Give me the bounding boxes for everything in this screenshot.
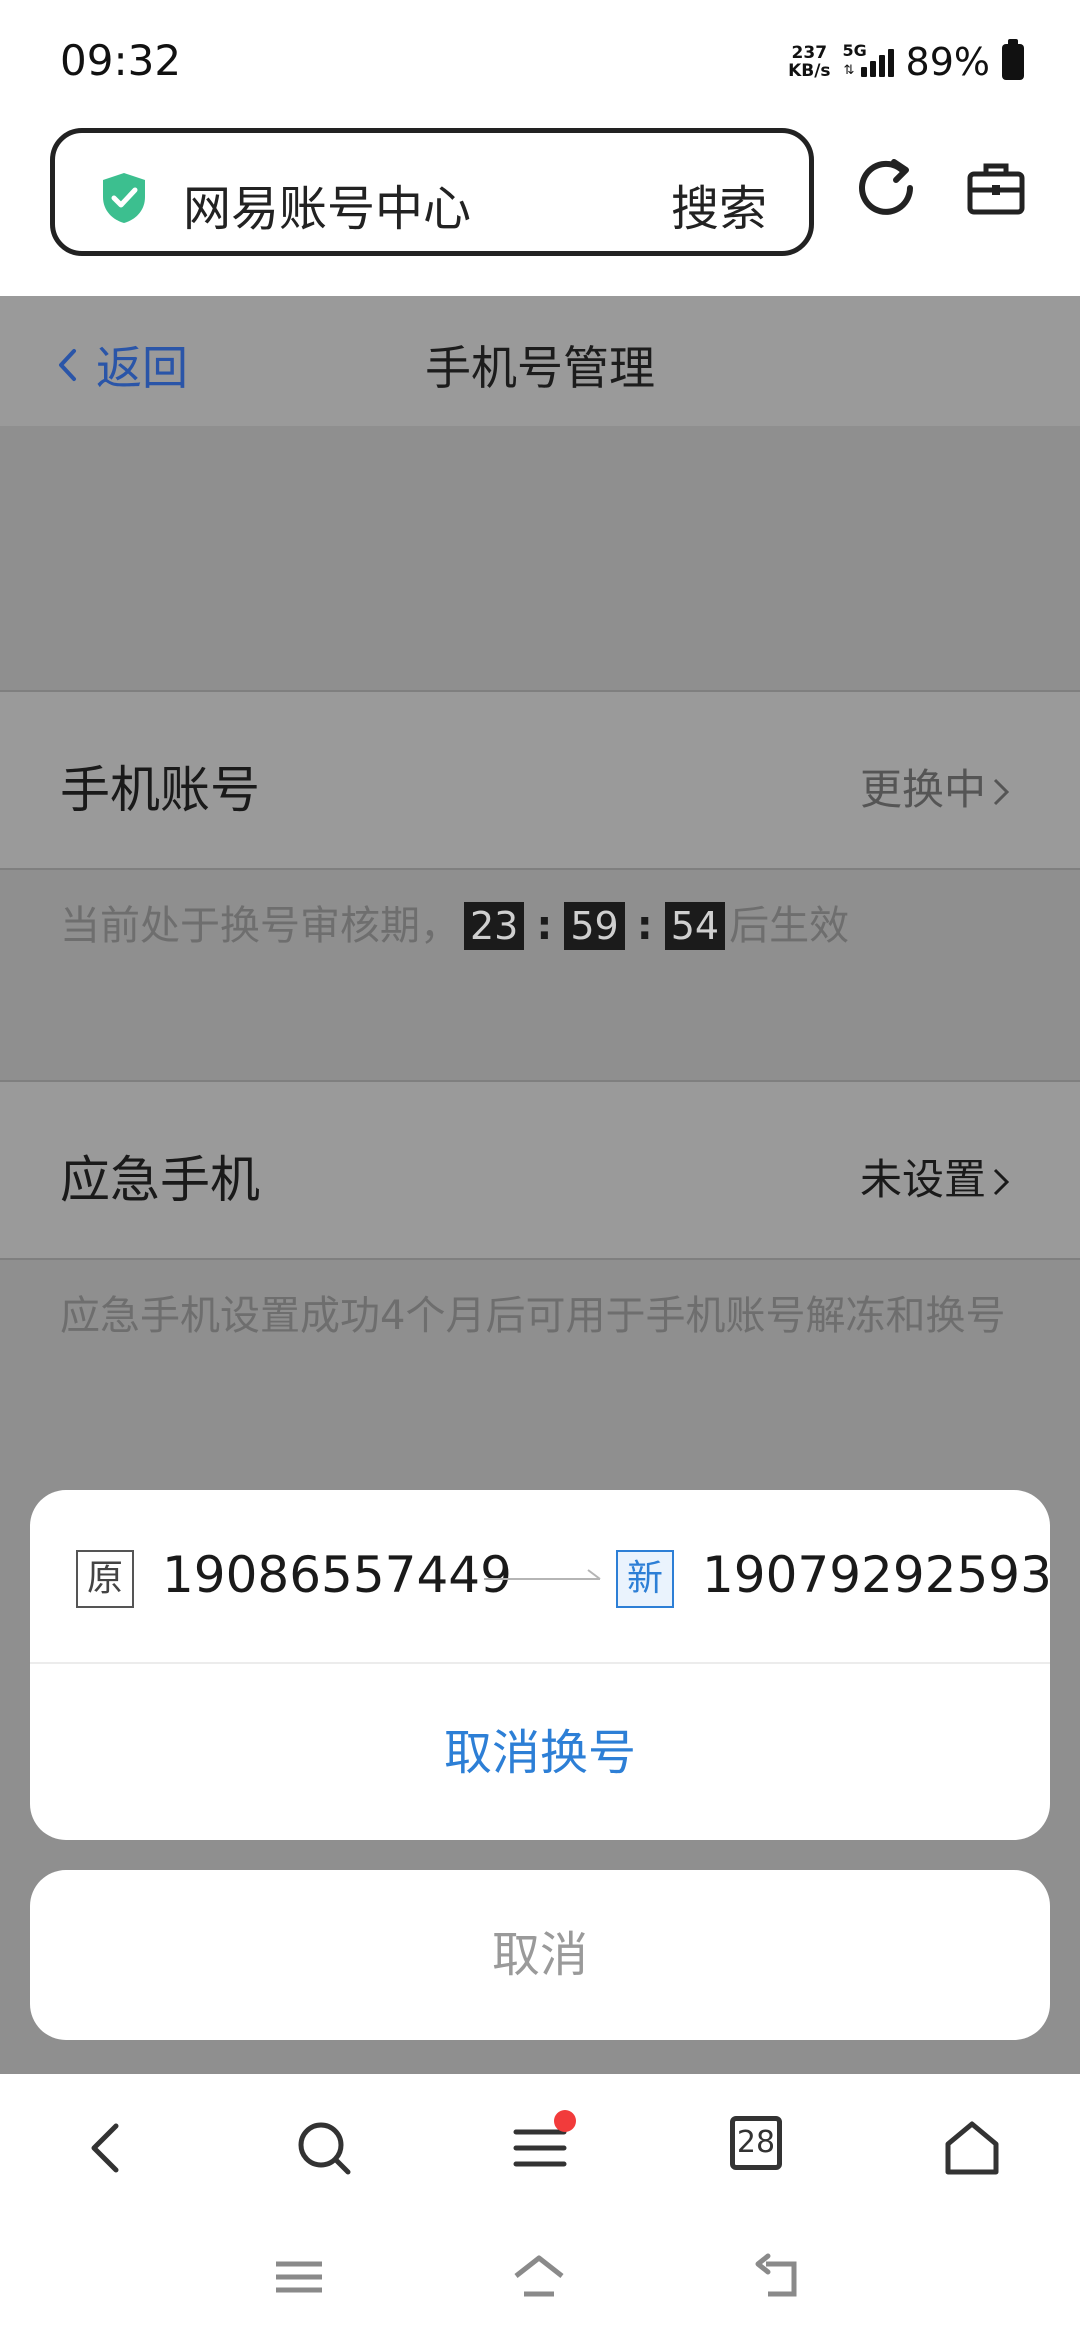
status-time: 09:32 bbox=[60, 36, 182, 85]
new-number-badge: 新 bbox=[616, 1550, 674, 1608]
system-navigation bbox=[0, 2224, 1080, 2344]
search-button[interactable]: 搜索 bbox=[671, 169, 767, 239]
countdown-minutes: 59 bbox=[564, 902, 625, 950]
arrow-right-icon bbox=[484, 1569, 601, 1580]
number-swap-row: 原 19086557449 新 19079292593 bbox=[30, 1490, 1050, 1664]
page-title: 手机号管理 bbox=[425, 341, 655, 395]
search-icon[interactable] bbox=[292, 2116, 356, 2180]
shield-check-icon bbox=[103, 173, 145, 223]
countdown-hours: 23 bbox=[464, 902, 525, 950]
network-speed-unit: KB/s bbox=[788, 61, 831, 81]
chevron-right-icon bbox=[993, 778, 1010, 806]
network-speed-value: 237 bbox=[791, 43, 828, 63]
swap-note-suffix: 后生效 bbox=[729, 903, 850, 949]
browser-bar: 网易账号中心 搜索 bbox=[0, 120, 1080, 296]
notification-dot bbox=[554, 2110, 576, 2132]
action-sheet: 原 19086557449 新 19079292593 取消换号 bbox=[30, 1490, 1050, 1840]
swap-review-note: 当前处于换号审核期， 23:59:54 后生效 bbox=[60, 902, 850, 950]
battery-icon bbox=[1002, 39, 1024, 80]
tabs-icon[interactable]: 28 bbox=[730, 2116, 782, 2170]
countdown-seconds: 54 bbox=[664, 902, 726, 950]
page-header: 返回 手机号管理 bbox=[0, 296, 1080, 426]
cancel-swap-button[interactable]: 取消换号 bbox=[30, 1666, 1050, 1840]
swap-note-prefix: 当前处于换号审核期， bbox=[60, 903, 460, 949]
bottom-toolbar: 28 bbox=[0, 2074, 1080, 2224]
recent-apps-icon[interactable] bbox=[272, 2252, 326, 2302]
network-type: 5G bbox=[842, 41, 867, 60]
phone-account-row[interactable]: 手机账号 更换中 bbox=[0, 690, 1080, 870]
back-icon[interactable] bbox=[76, 2116, 140, 2180]
chevron-right-icon bbox=[993, 1168, 1010, 1196]
network-speed: 237 KB/s bbox=[788, 44, 830, 80]
data-arrows-icon: ⇅ bbox=[843, 63, 855, 78]
phone-account-status-text: 更换中 bbox=[859, 765, 986, 814]
site-title: 网易账号中心 bbox=[183, 181, 472, 237]
emergency-phone-note: 应急手机设置成功4个月后可用于手机账号解冻和换号 bbox=[60, 1293, 1006, 1339]
status-bar: 09:32 237 KB/s 5G ⇅ 89% bbox=[0, 0, 1080, 120]
emergency-phone-status-text: 未设置 bbox=[859, 1155, 986, 1204]
address-bar[interactable]: 网易账号中心 搜索 bbox=[50, 128, 814, 256]
emergency-phone-status: 未设置 bbox=[860, 1146, 1010, 1207]
signal-icon: 5G ⇅ bbox=[843, 41, 894, 78]
status-indicators: 237 KB/s 5G ⇅ 89% bbox=[788, 38, 1024, 86]
refresh-icon[interactable] bbox=[858, 158, 918, 218]
old-number: 19086557449 bbox=[162, 1546, 512, 1604]
phone-account-label: 手机账号 bbox=[60, 761, 260, 819]
battery-percent: 89% bbox=[905, 40, 990, 84]
toolbox-icon[interactable] bbox=[966, 160, 1026, 216]
new-number: 19079292593 bbox=[702, 1546, 1050, 1604]
phone-account-status: 更换中 bbox=[860, 756, 1010, 817]
old-number-badge: 原 bbox=[76, 1550, 134, 1608]
system-back-icon[interactable] bbox=[752, 2252, 806, 2302]
emergency-phone-label: 应急手机 bbox=[60, 1151, 260, 1209]
home-icon[interactable] bbox=[940, 2116, 1004, 2180]
cancel-button[interactable]: 取消 bbox=[30, 1870, 1050, 2040]
emergency-phone-row[interactable]: 应急手机 未设置 bbox=[0, 1080, 1080, 1260]
system-home-icon[interactable] bbox=[512, 2252, 566, 2302]
